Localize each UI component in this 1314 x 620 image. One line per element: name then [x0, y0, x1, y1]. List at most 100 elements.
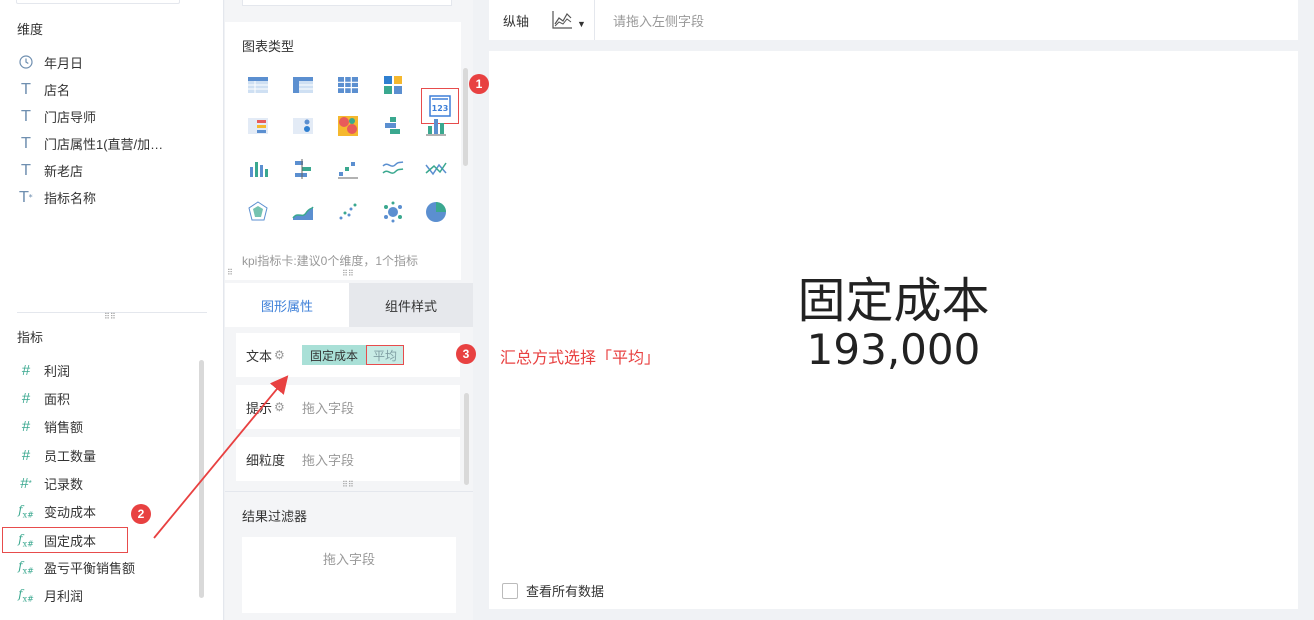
metric-item-sales[interactable]: # 销售额	[17, 414, 83, 438]
chart-area-icon[interactable]	[288, 197, 318, 227]
chart-heatmap-icon[interactable]	[333, 111, 363, 141]
chart-heat-table-icon[interactable]	[378, 70, 408, 100]
line-chart-icon[interactable]	[551, 10, 573, 30]
result-filter-title: 结果过滤器	[242, 509, 308, 524]
view-all-data-checkbox[interactable]: 查看所有数据	[502, 581, 604, 600]
panel-top-input[interactable]	[242, 0, 452, 6]
metric-scrollbar[interactable]	[199, 360, 204, 598]
result-filter-drop-zone[interactable]: 拖入字段	[242, 537, 456, 613]
metric-label: 记录数	[44, 476, 84, 492]
chart-radar-icon[interactable]	[243, 197, 273, 227]
metric-item-profit[interactable]: # 利润	[17, 358, 70, 382]
metric-label: 月利润	[44, 588, 84, 604]
chart-scatter-icon[interactable]	[333, 197, 363, 227]
granularity-property-label: 细粒度	[246, 452, 286, 468]
gear-icon[interactable]: ⚙	[274, 400, 285, 414]
tab-component-style[interactable]: 组件样式	[349, 283, 473, 327]
metric-label: 变动成本	[44, 504, 97, 520]
chart-dot-table-icon[interactable]	[288, 111, 318, 141]
chart-type-scrollbar[interactable]	[463, 68, 468, 166]
aggregation-selector[interactable]: 平均	[366, 345, 405, 365]
text-field-icon: T	[21, 107, 31, 125]
annotation-note-3: 汇总方式选择「平均」	[500, 350, 661, 367]
text-field-icon: T	[21, 80, 31, 98]
annotation-badge-2: 2	[131, 504, 151, 524]
clock-icon	[17, 53, 35, 71]
chart-line-icon[interactable]	[378, 154, 408, 184]
metric-label: 利润	[44, 363, 71, 379]
chart-color-table-icon[interactable]	[243, 111, 273, 141]
checkbox-box[interactable]	[502, 582, 518, 599]
formula-icon: fx#	[18, 502, 34, 520]
tab-graphic-properties[interactable]: 图形属性	[225, 283, 349, 327]
panel-drag-handle-icon[interactable]: ⠿	[227, 268, 233, 277]
dimension-item-metric-name[interactable]: T * 指标名称	[17, 185, 96, 209]
view-all-data-label: 查看所有数据	[526, 584, 605, 599]
field-panel: 维度 年月日 T 店名 T 门店导师 T 门店属性1(直营/加… T 新老店 T…	[0, 0, 224, 620]
metric-item-employee-count[interactable]: # 员工数量	[17, 443, 96, 467]
metric-item-area[interactable]: # 面积	[17, 386, 70, 410]
granularity-drop-zone[interactable]: 拖入字段	[302, 450, 354, 469]
tip-drop-zone[interactable]: 拖入字段	[302, 398, 354, 417]
dimension-item-store-name[interactable]: T 店名	[17, 77, 70, 101]
chart-cross-table-icon[interactable]	[288, 70, 318, 100]
dimension-label: 门店导师	[44, 109, 97, 125]
metric-item-record-count[interactable]: # * 记录数	[17, 471, 83, 495]
chevron-down-icon[interactable]: ▼	[577, 19, 586, 29]
metric-item-variable-cost[interactable]: fx# 变动成本	[17, 499, 96, 523]
metric-item-monthly-profit[interactable]: fx# 月利润	[17, 583, 83, 607]
resize-grip-icon[interactable]: ⠿⠿	[342, 480, 354, 489]
hash-icon: # *	[20, 474, 32, 492]
chart-grid-table-icon[interactable]	[333, 70, 363, 100]
text-field-name: 固定成本	[310, 348, 359, 363]
tip-label: 提示	[246, 400, 273, 416]
property-tabs: 图形属性 组件样式	[225, 283, 473, 327]
y-axis-bar: 纵轴 ▼ 请拖入左侧字段	[489, 0, 1298, 40]
metric-section-title: 指标	[17, 330, 44, 345]
chart-radar-line-icon[interactable]	[421, 154, 451, 184]
chart-bar-icon[interactable]	[243, 154, 273, 184]
text-field-icon: T	[21, 134, 31, 152]
hash-icon: #	[21, 446, 31, 464]
chart-multi-bar-icon[interactable]	[421, 111, 451, 141]
gear-icon[interactable]: ⚙	[274, 348, 285, 362]
chart-stacked-bar-icon[interactable]	[378, 111, 408, 141]
chart-type-area: 图表类型 123 kpi指标卡:建议0个维度，1个指标	[225, 22, 461, 280]
chart-bubble-icon[interactable]	[378, 197, 408, 227]
chart-type-hint: kpi指标卡:建议0个维度，1个指标	[242, 254, 419, 268]
metric-label: 销售额	[44, 419, 84, 435]
dimension-item-date[interactable]: 年月日	[17, 50, 83, 74]
axis-separator	[593, 0, 595, 40]
metric-item-fixed-cost[interactable]: fx# 固定成本	[2, 527, 128, 553]
field-search-box[interactable]	[16, 0, 180, 4]
chart-horizontal-bar-icon[interactable]	[288, 154, 318, 184]
annotation-badge-1: 1	[469, 74, 489, 94]
formula-icon: fx#	[18, 558, 34, 576]
dimension-label: 指标名称	[44, 190, 97, 206]
dimension-label: 新老店	[44, 163, 84, 179]
chart-pie-icon[interactable]	[421, 197, 451, 227]
section-divider	[225, 491, 473, 492]
resize-grip-icon[interactable]: ⠿⠿	[104, 312, 116, 321]
y-axis-label: 纵轴	[503, 13, 530, 29]
hash-icon: #	[21, 389, 31, 407]
metric-item-breakeven-sales[interactable]: fx# 盈亏平衡销售额	[17, 555, 135, 579]
dimension-label: 年月日	[44, 55, 84, 71]
resize-grip-icon[interactable]: ⠿⠿	[342, 269, 354, 278]
dimension-item-new-old-store[interactable]: T 新老店	[17, 158, 83, 182]
text-field-icon: T	[21, 161, 31, 179]
y-axis-drop-zone[interactable]: 请拖入左侧字段	[613, 11, 704, 30]
chart-table-icon[interactable]	[243, 70, 273, 100]
property-scrollbar[interactable]	[464, 393, 469, 485]
dimension-section-title: 维度	[17, 22, 44, 37]
hash-icon: #	[21, 361, 31, 379]
property-row-text: 文本 ⚙ 固定成本 平均	[236, 333, 460, 377]
dimension-item-store-attr[interactable]: T 门店属性1(直营/加…	[17, 131, 163, 155]
tip-property-label: 提示 ⚙	[236, 398, 302, 417]
chart-waterfall-icon[interactable]	[333, 154, 363, 184]
dimension-item-store-mentor[interactable]: T 门店导师	[17, 104, 96, 128]
annotation-badge-3: 3	[456, 344, 476, 364]
text-label: 文本	[246, 348, 273, 364]
text-field-pill[interactable]: 固定成本 平均	[302, 345, 405, 365]
dimension-label: 门店属性1(直营/加…	[44, 136, 164, 152]
